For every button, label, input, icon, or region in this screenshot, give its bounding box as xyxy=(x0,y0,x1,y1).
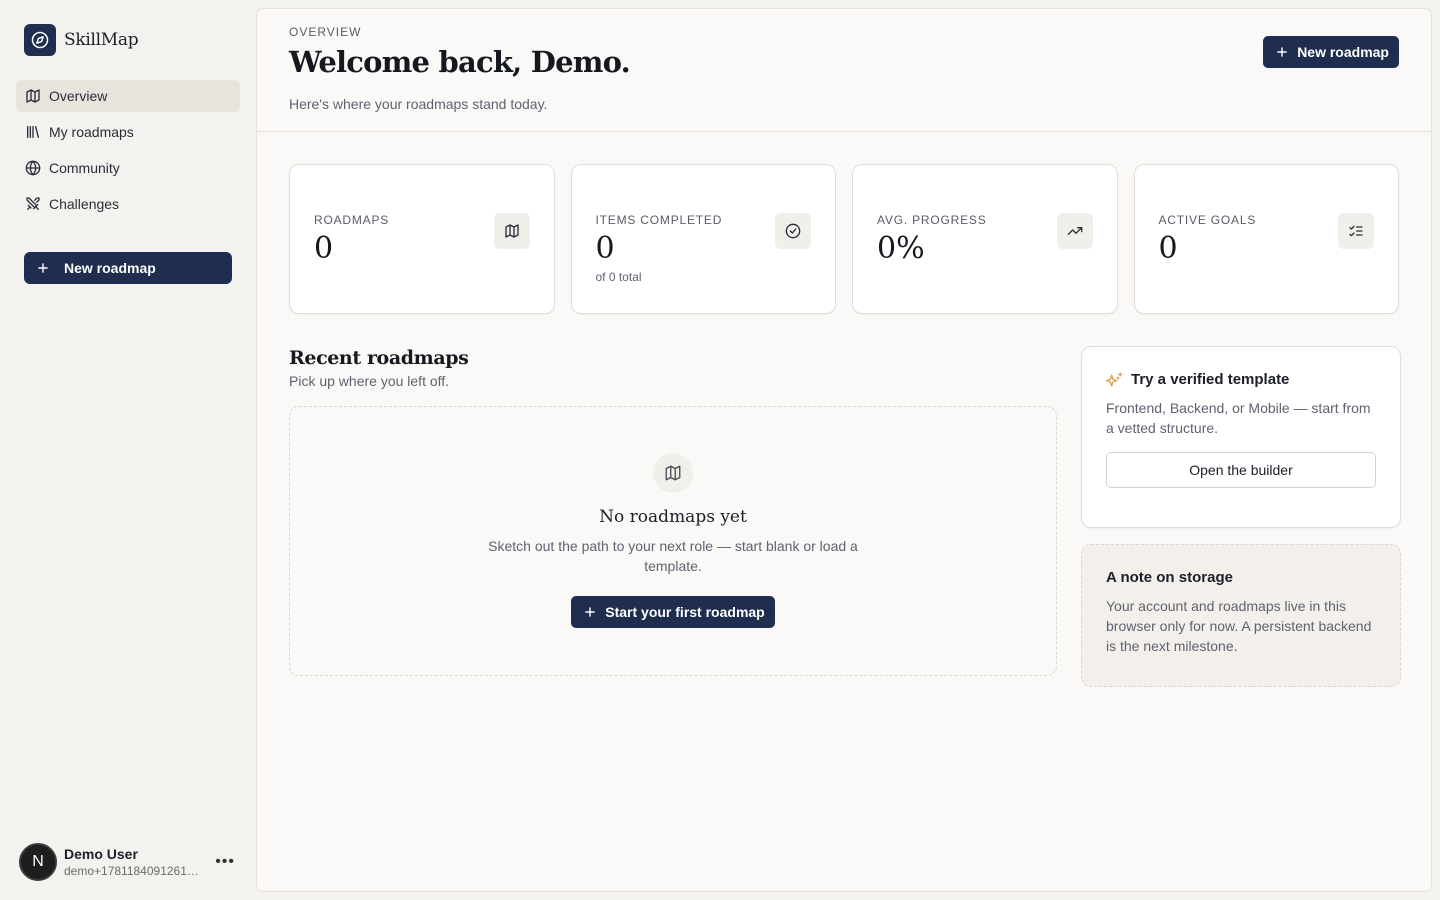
empty-title: No roadmaps yet xyxy=(599,507,747,527)
compass-icon xyxy=(24,24,56,56)
user-name: Demo User xyxy=(64,846,138,862)
sidebar-item-label: Community xyxy=(49,160,120,176)
list-checks-icon xyxy=(1338,213,1374,249)
sidebar-item-my-roadmaps[interactable]: My roadmaps xyxy=(16,116,240,148)
empty-state: No roadmaps yet Sketch out the path to y… xyxy=(289,406,1057,676)
map-icon xyxy=(653,453,693,493)
sidebar-nav: Overview My roadmaps Community Challenge… xyxy=(16,80,240,220)
empty-description: Sketch out the path to your next role — … xyxy=(488,538,858,574)
library-icon xyxy=(27,126,39,138)
card-head: Try a verified template xyxy=(1106,371,1376,388)
user-meta: Demo User demo+1781184091261@s... xyxy=(64,846,204,878)
sidebar-item-label: Challenges xyxy=(49,196,120,212)
section-subtitle: Pick up where you left off. xyxy=(289,373,450,389)
stat-card-active-goals: ACTIVE GOALS 0 xyxy=(1133,164,1399,314)
plus-icon xyxy=(1277,47,1287,57)
map-icon xyxy=(26,89,40,103)
plus-icon xyxy=(585,607,596,617)
check-circle-icon xyxy=(775,213,811,249)
header-new-roadmap-button[interactable]: New roadmap xyxy=(1263,36,1399,68)
button-label: New roadmap xyxy=(1297,44,1389,60)
sidebar-item-overview[interactable]: Overview xyxy=(16,80,240,112)
map-icon xyxy=(493,213,530,249)
card-title: A note on storage xyxy=(1106,569,1233,586)
globe-icon xyxy=(25,160,41,176)
recent-roadmaps: Recent roadmaps Pick up where you left o… xyxy=(289,347,1057,676)
sparkles-icon xyxy=(1106,372,1123,387)
user-email: demo+1781184091261@s... xyxy=(64,864,205,878)
sidebar-item-community[interactable]: Community xyxy=(16,152,240,184)
stats-row: ROADMAPS 0 ITEMS COMPLETED 0 of 0 total … xyxy=(289,164,1399,314)
template-card: Try a verified template Frontend, Backen… xyxy=(1081,346,1401,528)
main-content: OVERVIEW Welcome back, Demo. Here's wher… xyxy=(256,8,1432,892)
stat-card-avg-progress: AVG. PROGRESS 0% xyxy=(852,164,1118,314)
page-title: Welcome back, Demo. xyxy=(289,45,631,79)
card-title: Try a verified template xyxy=(1131,371,1290,388)
button-label: Start your first roadmap xyxy=(605,604,765,620)
stat-card-roadmaps: ROADMAPS 0 xyxy=(289,164,555,314)
stat-card-items-completed: ITEMS COMPLETED 0 of 0 total xyxy=(570,164,836,314)
trending-up-icon xyxy=(1056,213,1093,249)
page-subtitle: Here's where your roadmaps stand today. xyxy=(289,96,548,112)
sidebar-new-roadmap-button[interactable]: New roadmap xyxy=(24,252,232,284)
card-body: Your account and roadmaps live in this b… xyxy=(1106,598,1372,654)
sidebar-item-challenges[interactable]: Challenges xyxy=(16,188,240,220)
card-body: Frontend, Backend, or Mobile — start fro… xyxy=(1106,400,1371,436)
storage-note-card: A note on storage Your account and roadm… xyxy=(1081,544,1401,687)
swords-icon xyxy=(26,197,40,210)
more-options-icon[interactable]: ••• xyxy=(211,853,239,871)
open-builder-button[interactable]: Open the builder xyxy=(1106,452,1376,488)
sidebar-item-label: Overview xyxy=(49,88,108,104)
brand[interactable]: SkillMap xyxy=(24,24,240,56)
page-header: OVERVIEW Welcome back, Demo. Here's wher… xyxy=(257,9,1431,132)
sidebar: SkillMap Overview My roadmaps Community … xyxy=(0,0,256,900)
user-menu[interactable]: N Demo User demo+1781184091261@s... ••• xyxy=(19,842,239,882)
plus-icon xyxy=(38,263,48,273)
button-label: New roadmap xyxy=(64,260,156,276)
page-eyebrow: OVERVIEW xyxy=(289,25,362,39)
stat-sub: of 0 total xyxy=(595,270,642,284)
section-title: Recent roadmaps xyxy=(289,347,469,369)
sidebar-item-label: My roadmaps xyxy=(49,124,134,140)
avatar: N xyxy=(19,843,57,881)
start-first-roadmap-button[interactable]: Start your first roadmap xyxy=(571,596,775,628)
app-name: SkillMap xyxy=(64,30,139,50)
